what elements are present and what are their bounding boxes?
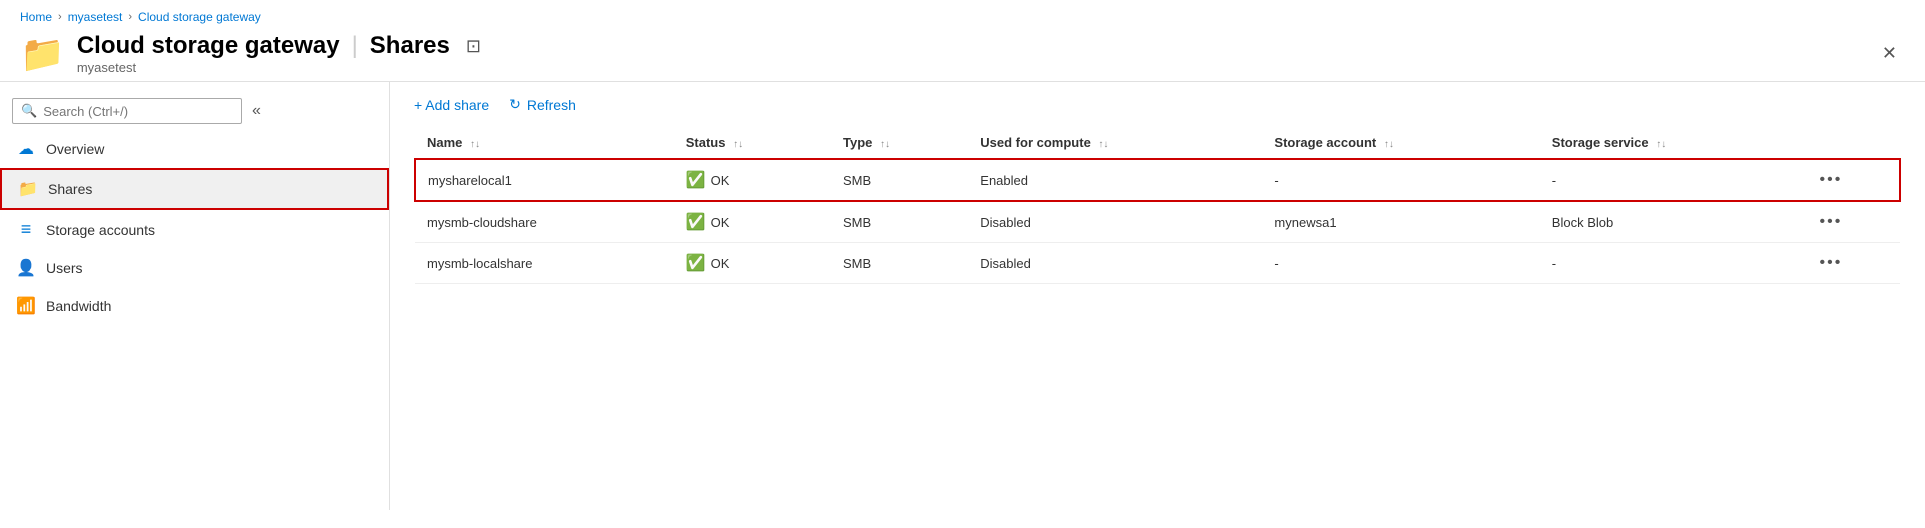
cell-used-for-compute: Enabled — [968, 159, 1262, 201]
cell-status: ✅ OK — [674, 159, 831, 201]
sidebar-item-shares[interactable]: 📁 Shares — [0, 168, 389, 210]
breadcrumb-myasetest[interactable]: myasetest — [68, 10, 123, 24]
status-text: OK — [711, 256, 730, 271]
search-box-container[interactable]: 🔍 — [12, 98, 242, 124]
sort-icon-storage-service: ↑↓ — [1656, 139, 1666, 150]
search-row: 🔍 « — [0, 92, 389, 130]
cell-storage-service: Block Blob — [1540, 201, 1808, 243]
table-header-row: Name ↑↓ Status ↑↓ Type ↑↓ Used for compu… — [415, 127, 1900, 159]
cell-actions[interactable]: ••• — [1808, 201, 1901, 243]
more-actions-button[interactable]: ••• — [1820, 254, 1843, 272]
status-text: OK — [711, 173, 730, 188]
sort-icon-compute: ↑↓ — [1098, 139, 1108, 150]
sidebar-item-users-label: Users — [46, 260, 83, 276]
sort-icon-type: ↑↓ — [880, 139, 890, 150]
sidebar-item-overview[interactable]: ☁ Overview — [0, 130, 389, 168]
sidebar: 🔍 « ☁ Overview 📁 Shares ≡ Storage accoun… — [0, 82, 390, 510]
cloud-icon: ☁ — [16, 139, 36, 159]
sidebar-item-storage-accounts-label: Storage accounts — [46, 222, 155, 238]
breadcrumb-cloud-storage-gateway[interactable]: Cloud storage gateway — [138, 10, 261, 24]
sidebar-item-bandwidth[interactable]: 📶 Bandwidth — [0, 287, 389, 325]
cell-actions[interactable]: ••• — [1808, 159, 1901, 201]
add-share-button[interactable]: + Add share — [414, 97, 489, 113]
cell-storage-service: - — [1540, 243, 1808, 284]
page-title: Cloud storage gateway — [77, 32, 340, 60]
breadcrumb-home[interactable]: Home — [20, 10, 52, 24]
sidebar-item-overview-label: Overview — [46, 141, 104, 157]
collapse-sidebar-button[interactable]: « — [252, 102, 261, 120]
sidebar-item-shares-label: Shares — [48, 181, 92, 197]
title-text-group: Cloud storage gateway | Shares ⊡ myasete… — [77, 32, 481, 75]
cell-type: SMB — [831, 201, 968, 243]
breadcrumb: Home › myasetest › Cloud storage gateway — [20, 10, 1905, 24]
cell-storage-account: mynewsa1 — [1262, 201, 1539, 243]
shares-table: Name ↑↓ Status ↑↓ Type ↑↓ Used for compu… — [414, 127, 1901, 284]
title-divider: | — [352, 32, 358, 60]
header: Home › myasetest › Cloud storage gateway… — [0, 0, 1925, 82]
cell-type: SMB — [831, 159, 968, 201]
search-icon: 🔍 — [21, 103, 37, 119]
check-icon: ✅ — [686, 170, 706, 190]
refresh-icon: ↻ — [509, 96, 521, 113]
more-actions-button[interactable]: ••• — [1820, 213, 1843, 231]
table-row[interactable]: mysmb-localshare✅OKSMBDisabled--••• — [415, 243, 1900, 284]
cell-used-for-compute: Disabled — [968, 243, 1262, 284]
main-layout: 🔍 « ☁ Overview 📁 Shares ≡ Storage accoun… — [0, 82, 1925, 510]
folder-icon: 📁 — [20, 36, 65, 72]
col-header-type[interactable]: Type ↑↓ — [831, 127, 968, 159]
print-icon[interactable]: ⊡ — [466, 36, 481, 57]
breadcrumb-sep-2: › — [128, 11, 132, 23]
col-header-storage-account[interactable]: Storage account ↑↓ — [1262, 127, 1539, 159]
subtitle: myasetest — [77, 60, 481, 75]
cell-used-for-compute: Disabled — [968, 201, 1262, 243]
sort-icon-status: ↑↓ — [733, 139, 743, 150]
sidebar-item-users[interactable]: 👤 Users — [0, 249, 389, 287]
main-content: + Add share ↻ Refresh Name ↑↓ Status ↑↓ — [390, 82, 1925, 510]
cell-storage-account: - — [1262, 159, 1539, 201]
col-header-used-for-compute[interactable]: Used for compute ↑↓ — [968, 127, 1262, 159]
close-button[interactable]: ✕ — [1874, 39, 1905, 68]
storage-accounts-icon: ≡ — [16, 219, 36, 240]
cell-storage-account: - — [1262, 243, 1539, 284]
sidebar-item-bandwidth-label: Bandwidth — [46, 298, 111, 314]
search-input[interactable] — [43, 104, 233, 119]
cell-actions[interactable]: ••• — [1808, 243, 1901, 284]
status-ok: ✅ OK — [686, 212, 819, 232]
cell-status: ✅ OK — [674, 201, 831, 243]
refresh-label: Refresh — [527, 97, 576, 113]
bandwidth-icon: 📶 — [16, 296, 36, 316]
cell-status: ✅ OK — [674, 243, 831, 284]
col-header-actions — [1808, 127, 1901, 159]
cell-storage-service: - — [1540, 159, 1808, 201]
sort-icon-name: ↑↓ — [470, 139, 480, 150]
shares-folder-icon: 📁 — [18, 179, 38, 199]
toolbar: + Add share ↻ Refresh — [414, 96, 1901, 113]
sort-icon-storage-account: ↑↓ — [1384, 139, 1394, 150]
cell-type: SMB — [831, 243, 968, 284]
status-ok: ✅ OK — [686, 170, 819, 190]
table-row[interactable]: mysmb-cloudshare ✅ OK SMBDisabledmynewsa1Bl… — [415, 201, 1900, 243]
col-header-name[interactable]: Name ↑↓ — [415, 127, 674, 159]
more-actions-button[interactable]: ••• — [1820, 171, 1843, 189]
cell-name: mysmb-cloudshare — [415, 201, 674, 243]
col-header-storage-service[interactable]: Storage service ↑↓ — [1540, 127, 1808, 159]
check-icon: ✅ — [686, 253, 706, 273]
status-ok: ✅ OK — [686, 253, 819, 273]
col-header-status[interactable]: Status ↑↓ — [674, 127, 831, 159]
page-section: Shares — [370, 32, 450, 60]
status-text: OK — [711, 215, 730, 230]
users-icon: 👤 — [16, 258, 36, 278]
breadcrumb-sep-1: › — [58, 11, 62, 23]
sidebar-item-storage-accounts[interactable]: ≡ Storage accounts — [0, 210, 389, 249]
refresh-button[interactable]: ↻ Refresh — [509, 96, 576, 113]
cell-name: mysmb-localshare — [415, 243, 674, 284]
table-row[interactable]: mysharelocal1✅OKSMBEnabled--••• — [415, 159, 1900, 201]
check-icon: ✅ — [686, 212, 706, 232]
cell-name: mysharelocal1 — [415, 159, 674, 201]
